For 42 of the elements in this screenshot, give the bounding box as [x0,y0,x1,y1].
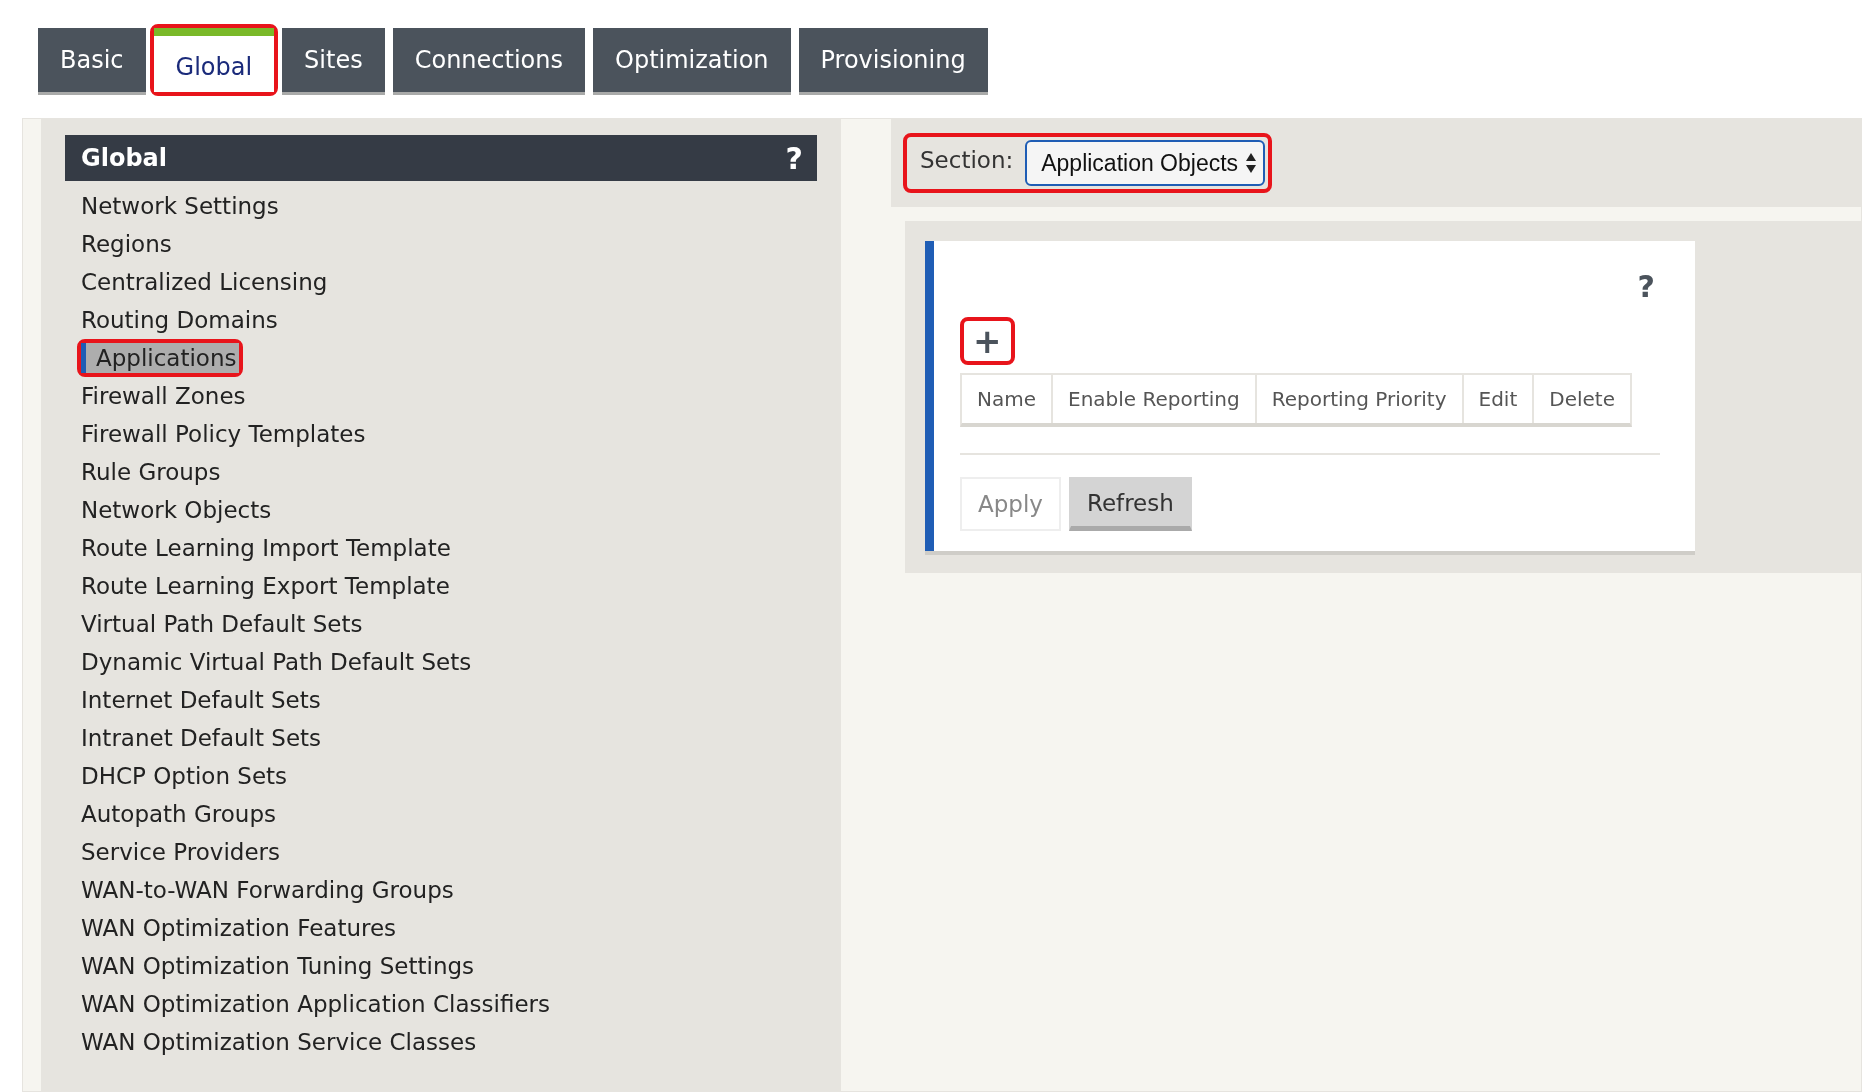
section-label: Section: [920,147,1014,173]
sort-arrows-icon [1245,152,1258,174]
tab[interactable]: Global [153,28,275,92]
sidebar-item[interactable]: WAN Optimization Tuning Settings [81,951,475,981]
column-header: Edit [1461,375,1533,423]
sidebar-item[interactable]: WAN Optimization Service Classes [81,1027,477,1057]
tab[interactable]: Basic [38,28,146,92]
sidebar-item[interactable]: Network Objects [81,495,272,525]
sidebar-item[interactable]: Firewall Policy Templates [81,419,366,449]
column-header: Reporting Priority [1254,375,1462,423]
action-button[interactable]: Refresh [1068,477,1192,531]
tab[interactable]: Optimization [593,28,791,92]
sidebar-item[interactable]: Centralized Licensing [81,267,328,297]
help-icon[interactable]: ? [785,140,803,176]
tab[interactable]: Connections [392,28,585,92]
sidebar-item[interactable]: Autopath Groups [81,799,276,829]
column-header: Enable Reporting [1051,375,1255,423]
sidebar-item[interactable]: Dynamic Virtual Path Default Sets [81,647,472,677]
sidebar-item[interactable]: Route Learning Import Template [81,533,451,563]
help-icon[interactable]: ? [1637,269,1655,317]
sidebar-item[interactable]: WAN Optimization Features [81,913,397,943]
column-header: Delete [1532,375,1630,423]
sidebar-item[interactable]: Route Learning Export Template [81,571,450,601]
sidebar-item[interactable]: WAN-to-WAN Forwarding Groups [81,875,454,905]
sidebar-item[interactable]: Rule Groups [81,457,221,487]
sidebar-item[interactable]: Applications [81,343,239,373]
add-button[interactable]: + [967,324,1008,358]
section-select[interactable]: Application Objects [1025,140,1266,186]
sidebar-item[interactable]: Network Settings [81,191,279,221]
sidebar-item[interactable]: Internet Default Sets [81,685,321,715]
sidebar-item[interactable]: Firewall Zones [81,381,246,411]
column-header: Name [976,386,1037,413]
tab[interactable]: Provisioning [798,28,988,92]
sidebar-item[interactable]: Intranet Default Sets [81,723,322,753]
sidebar-item[interactable]: Routing Domains [81,305,278,335]
sidebar-item[interactable]: WAN Optimization Application Classifiers [81,989,550,1019]
tab[interactable]: Sites [282,28,385,92]
sidebar-item[interactable]: Service Providers [81,837,280,867]
sidebar-item[interactable]: DHCP Option Sets [81,761,288,791]
sidebar-item[interactable]: Virtual Path Default Sets [81,609,363,639]
sidebar-item[interactable]: Regions [81,229,172,259]
sidebar-title: Global [81,144,167,172]
